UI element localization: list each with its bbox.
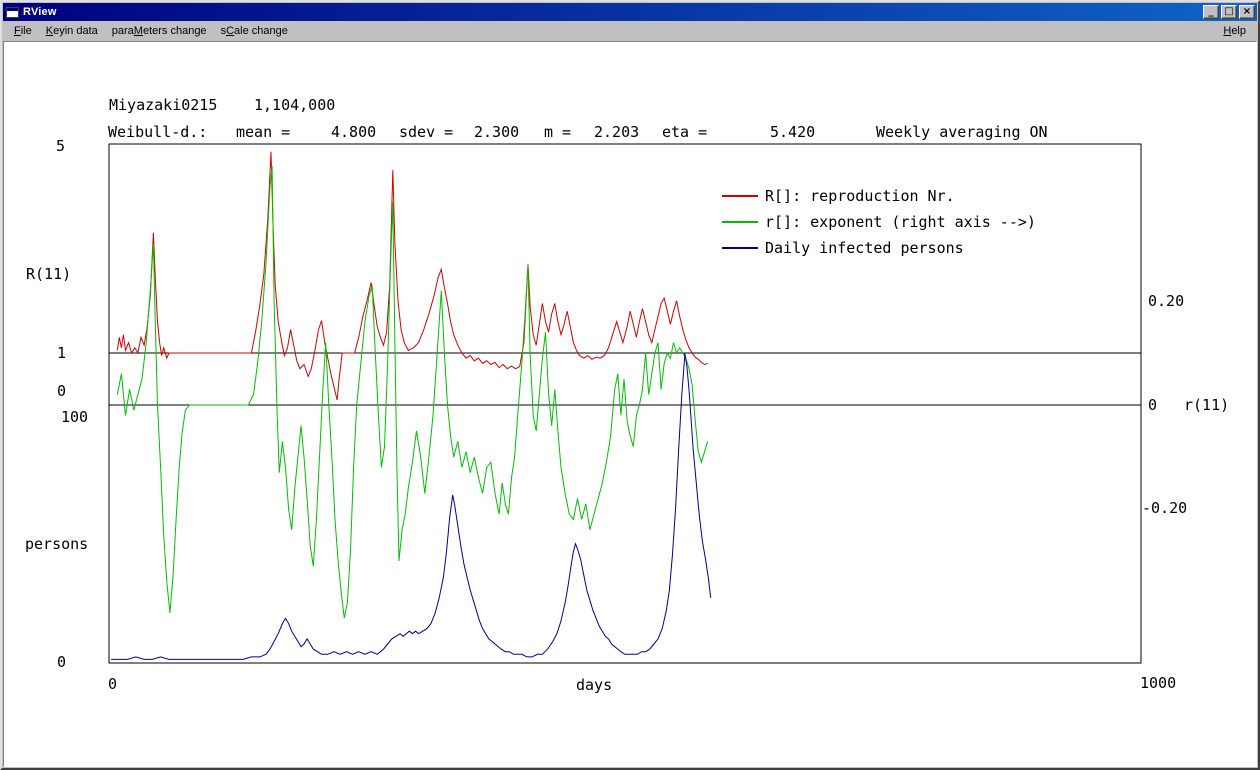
y-tick-r-0: 0: [1148, 396, 1158, 414]
window-title: RView: [23, 6, 57, 18]
chart-area: Miyazaki0215 1,104,000 Weibull-d.: mean …: [3, 41, 1257, 767]
series-R: [116, 151, 708, 401]
weibull-mean-value: 4.800: [331, 123, 377, 141]
series-r: [116, 165, 709, 619]
legend-line-swatch: [722, 195, 758, 197]
minimize-button[interactable]: _: [1203, 5, 1219, 19]
x-tick-1000: 1000: [1140, 674, 1177, 692]
chart-title-region: Miyazaki0215: [109, 96, 218, 114]
titlebar[interactable]: RView _ □ ×: [3, 3, 1257, 21]
legend-line-swatch: [722, 247, 758, 249]
y-tick-R-1: 1: [57, 344, 67, 362]
weibull-m-label: m =: [544, 123, 572, 141]
menu-help[interactable]: Help: [1216, 22, 1253, 40]
weekly-averaging-status: Weekly averaging ON: [876, 123, 1048, 141]
legend-label: R[]: reproduction Nr.: [765, 187, 955, 205]
chart-title-population: 1,104,000: [254, 96, 336, 114]
app-window: RView _ □ × File Keyin data paraMeters chang…: [0, 0, 1260, 770]
close-button[interactable]: ×: [1239, 5, 1255, 19]
legend-line-swatch: [722, 221, 758, 223]
y-tick-R-5: 5: [56, 137, 66, 155]
weibull-eta-label: eta =: [662, 123, 708, 141]
menubar: File Keyin data paraMeters change sCale cha…: [3, 21, 1257, 41]
weibull-sdev-value: 2.300: [474, 123, 520, 141]
legend-label: Daily infected persons: [765, 239, 964, 257]
series-infected: [111, 353, 712, 660]
y-tick-persons-100: 100: [61, 408, 89, 426]
window-controls: _ □ ×: [1201, 5, 1255, 19]
maximize-button[interactable]: □: [1221, 5, 1237, 19]
y-tick-r-neg020: -0.20: [1142, 499, 1188, 517]
app-icon: [6, 6, 19, 18]
y-tick-R-0: 0: [57, 382, 67, 400]
right-axis-name-r: r(11): [1184, 396, 1230, 414]
legend-item-r: r[]: exponent (right axis -->): [722, 209, 1036, 235]
weibull-sdev-label: sdev =: [399, 123, 454, 141]
menu-file[interactable]: File: [7, 22, 39, 40]
weibull-mean-label: mean =: [236, 123, 291, 141]
legend-item-infected: Daily infected persons: [722, 235, 1036, 261]
legend: R[]: reproduction Nr. r[]: exponent (righ…: [722, 183, 1036, 261]
weibull-eta-value: 5.420: [770, 123, 816, 141]
legend-item-R: R[]: reproduction Nr.: [722, 183, 1036, 209]
x-axis-name-days: days: [576, 676, 613, 694]
menu-parameters-change[interactable]: paraMeters change: [105, 22, 214, 40]
left-axis-name-persons: persons: [25, 535, 89, 553]
left-axis-name-R: R(11): [26, 265, 72, 283]
legend-label: r[]: exponent (right axis -->): [765, 213, 1036, 231]
menu-keyin-data[interactable]: Keyin data: [39, 22, 105, 40]
weibull-label: Weibull-d.:: [108, 123, 208, 141]
y-tick-persons-0: 0: [57, 653, 67, 671]
menu-scale-change[interactable]: sCale change: [214, 22, 295, 40]
y-tick-r-020: 0.20: [1148, 292, 1185, 310]
weibull-m-value: 2.203: [594, 123, 640, 141]
plot-svg: [108, 143, 1142, 664]
x-tick-0: 0: [108, 675, 118, 693]
